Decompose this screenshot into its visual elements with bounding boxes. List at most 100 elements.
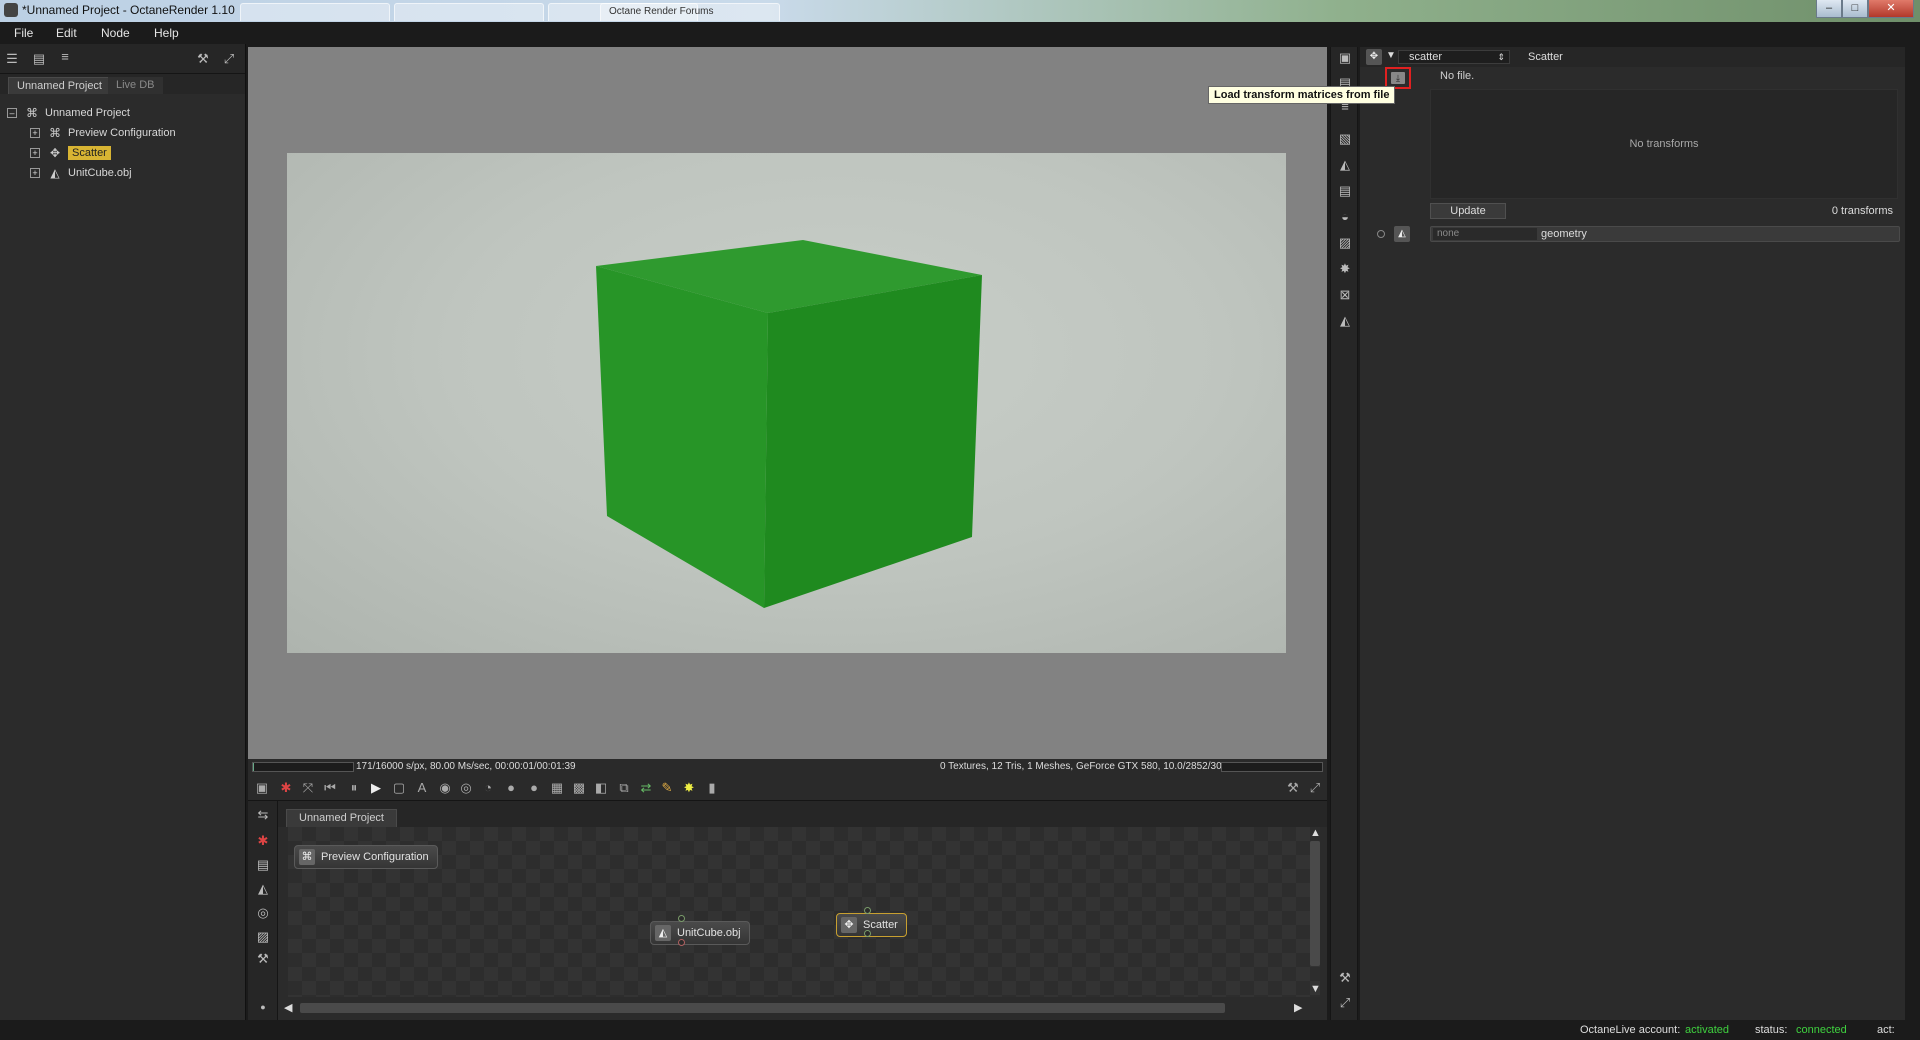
wrench-icon[interactable]: ⚒	[1337, 970, 1353, 986]
node-preview-configuration[interactable]: ⌘ Preview Configuration	[294, 845, 438, 869]
texture-icon[interactable]: ▨	[255, 929, 271, 945]
node-input-pin[interactable]	[864, 907, 871, 914]
horizontal-scrollbar[interactable]: ◀ ▶	[278, 1000, 1308, 1016]
browser-tab-octane-forums[interactable]: Octane Render Forums	[600, 3, 780, 21]
geometry-field[interactable]: none geometry	[1430, 226, 1900, 242]
menu-node[interactable]: Node	[101, 26, 130, 40]
image-icon[interactable]: ▧	[1337, 131, 1353, 147]
scroll-right-icon[interactable]: ▶	[1294, 1001, 1302, 1014]
node-scatter[interactable]: ✥ Scatter	[836, 913, 907, 937]
connection-status: connected	[1796, 1024, 1847, 1036]
region-icon[interactable]: ▢	[391, 780, 407, 796]
wrench-icon[interactable]: ⚒	[196, 52, 210, 66]
camera-icon[interactable]: ◎	[458, 780, 474, 796]
geometry-value[interactable]: none	[1433, 228, 1537, 240]
save-render-icon[interactable]: ▣	[254, 780, 270, 796]
scrollbar-thumb[interactable]	[300, 1003, 1225, 1013]
film-icon[interactable]: ▤	[255, 857, 271, 873]
node-type-dropdown[interactable]: scatter ⇕	[1398, 50, 1510, 64]
browser-tab[interactable]	[394, 3, 544, 21]
restart-icon[interactable]: ⏮	[322, 780, 338, 796]
export-icon[interactable]: ⇄	[638, 780, 654, 796]
reset-icon[interactable]: ✱	[255, 833, 271, 849]
material-icon[interactable]: ✎	[659, 780, 675, 796]
mesh-icon[interactable]: ◭	[255, 881, 271, 897]
layers-icon[interactable]: ▤	[32, 52, 46, 66]
graph-nav-icon[interactable]: ⇆	[255, 807, 271, 823]
status-bar: OctaneLive account: activated status: co…	[0, 1020, 1920, 1040]
material-icon[interactable]: ◭	[1337, 157, 1353, 173]
tab-live-db[interactable]: Live DB	[108, 77, 163, 94]
node-label: UnitCube.obj	[677, 927, 741, 939]
expand-toggle[interactable]: +	[30, 168, 40, 178]
wrench-icon[interactable]: ⚒	[1285, 780, 1301, 796]
checker-icon[interactable]: ▦	[549, 780, 565, 796]
expand-toggle[interactable]: +	[30, 148, 40, 158]
tree-item-unitcube[interactable]: + ◭ UnitCube.obj	[30, 164, 132, 182]
recenter-icon[interactable]: ⤧	[300, 780, 316, 796]
tree-item-preview-configuration[interactable]: + ⌘ Preview Configuration	[30, 124, 176, 142]
environment-icon[interactable]: ◒	[1337, 209, 1353, 225]
update-button[interactable]: Update	[1430, 203, 1506, 219]
minimize-button[interactable]: –	[1816, 0, 1842, 18]
tree-view-icon[interactable]: ≡	[58, 50, 72, 64]
node-output-pin[interactable]	[864, 930, 871, 937]
expand-toggle[interactable]: +	[30, 128, 40, 138]
fullscreen-icon[interactable]: ⤢	[1307, 780, 1323, 796]
transform-icon[interactable]: ⊠	[1337, 287, 1353, 303]
copy-icon[interactable]: ⧉	[616, 780, 632, 796]
node-output-pin[interactable]	[678, 939, 685, 946]
film-icon[interactable]: ▤	[1337, 183, 1353, 199]
fullscreen-icon[interactable]: ⤢	[222, 52, 236, 66]
list-view-icon[interactable]: ☰	[5, 52, 19, 66]
scrollbar-thumb[interactable]	[1310, 841, 1320, 966]
texture-icon[interactable]: ▨	[1337, 235, 1353, 251]
compare-icon[interactable]: ◧	[593, 780, 609, 796]
grid-icon[interactable]: ▩	[571, 780, 587, 796]
tree-item-scatter[interactable]: + ✥ Scatter	[30, 144, 111, 162]
scroll-up-icon[interactable]: ▲	[1310, 827, 1321, 839]
wrench-icon[interactable]: ⚒	[255, 951, 271, 967]
render-image[interactable]	[287, 153, 1286, 653]
menu-file[interactable]: File	[14, 26, 33, 40]
collapse-arrow-icon[interactable]: ▼	[1386, 50, 1396, 61]
color-picker-icon[interactable]: ◉	[437, 780, 453, 796]
tree-item-project[interactable]: – ⌘ Unnamed Project	[7, 104, 130, 122]
node-graph-sidebar: ⇆ ✱ ▤ ◭ ◎ ▨ ⚒ ●	[248, 801, 278, 1020]
transforms-list[interactable]: No transforms	[1430, 89, 1898, 199]
tab-unnamed-project[interactable]: Unnamed Project	[8, 77, 111, 94]
menu-edit[interactable]: Edit	[56, 26, 77, 40]
render-progress-bar	[252, 762, 354, 772]
lock-icon[interactable]: ▮	[704, 780, 720, 796]
close-button[interactable]: ✕	[1868, 0, 1914, 18]
browser-tab[interactable]	[240, 3, 390, 21]
menu-help[interactable]: Help	[154, 26, 179, 40]
scroll-left-icon[interactable]: ◀	[284, 1001, 292, 1014]
tab-unnamed-project[interactable]: Unnamed Project	[286, 809, 397, 827]
scroll-down-icon[interactable]: ▼	[1310, 983, 1321, 995]
film-icon[interactable]: ◔	[480, 780, 496, 796]
node-unitcube[interactable]: ◭ UnitCube.obj	[650, 921, 750, 945]
maximize-button[interactable]: □	[1842, 0, 1868, 18]
vertical-scrollbar[interactable]: ▲ ▼	[1308, 827, 1322, 997]
af-icon[interactable]: A	[414, 780, 430, 796]
render-viewport[interactable]	[248, 47, 1327, 759]
mesh-icon[interactable]: ◭	[1337, 313, 1353, 329]
sphere-alt-icon[interactable]: ●	[526, 780, 542, 796]
camera-icon[interactable]: ◎	[255, 905, 271, 921]
play-icon[interactable]: ▶	[368, 780, 384, 796]
reset-render-icon[interactable]: ✱	[278, 780, 294, 796]
geometry-pin[interactable]	[1377, 230, 1385, 238]
light-icon[interactable]: ✸	[681, 780, 697, 796]
collapse-toggle[interactable]: –	[7, 108, 17, 118]
fullscreen-icon[interactable]: ⤢	[1337, 995, 1353, 1011]
outliner-panel: ☰ ▤ ≡ ⚒ ⤢ Unnamed Project Live DB – ⌘ Un…	[0, 44, 246, 1020]
inspector-icon[interactable]: ▣	[1337, 50, 1353, 66]
pause-icon[interactable]: ⏸	[346, 780, 362, 796]
sphere-icon[interactable]: ●	[503, 780, 519, 796]
light-icon[interactable]: ✸	[1337, 261, 1353, 277]
scatter-icon: ✥	[1366, 49, 1382, 65]
node-input-pin[interactable]	[678, 915, 685, 922]
project-icon: ⌘	[26, 106, 38, 120]
node-graph-canvas[interactable]: ⌘ Preview Configuration ◭ UnitCube.obj ✥…	[288, 827, 1320, 997]
